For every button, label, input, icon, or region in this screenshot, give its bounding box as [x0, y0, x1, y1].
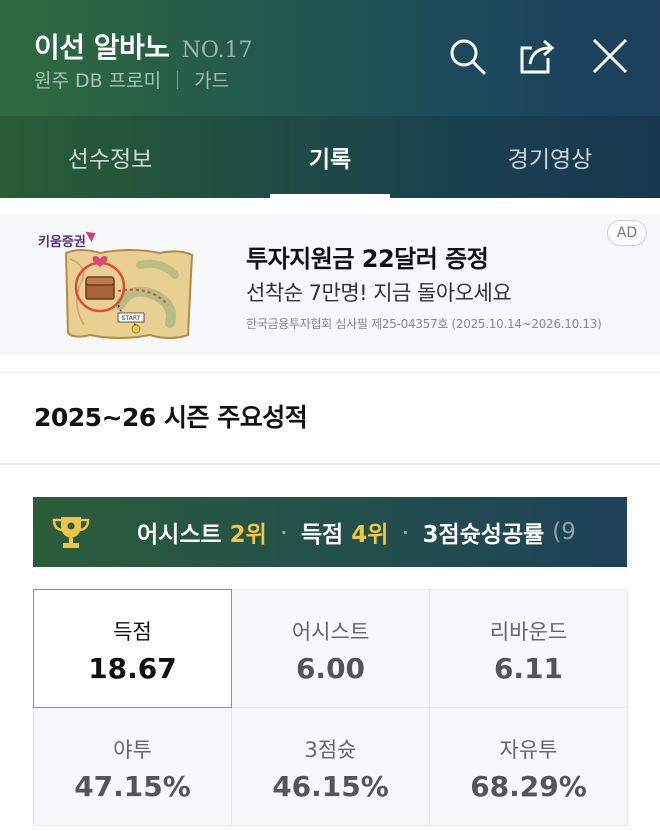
ranking-banner[interactable]: 어시스트 2위 · 득점 4위 · 3점슛성공률 (9 — [33, 497, 627, 567]
season-title: 2025~26 시즌 주요성적 — [34, 403, 308, 432]
search-icon[interactable] — [447, 36, 487, 76]
stat-cell-three-point[interactable]: 3점슛 46.15% — [232, 708, 430, 826]
ranking-separator: · — [402, 522, 409, 542]
ranking-value: 2위 — [229, 522, 267, 548]
stat-label: 리바운드 — [489, 620, 568, 644]
map-start-label: START — [122, 315, 141, 322]
stat-cell-free-throw[interactable]: 자유투 68.29% — [430, 708, 628, 826]
stat-value: 6.00 — [295, 652, 366, 685]
stats-grid: 득점 18.67 어시스트 6.00 리바운드 6.11 야투 47.15% 3… — [33, 589, 628, 826]
stat-label: 야투 — [113, 738, 152, 762]
player-header: 이선 알바노 NO.17 원주 DB 프로미 가드 선수정보 기록 경기영상 — [0, 0, 660, 198]
ranking-value: 4위 — [351, 522, 389, 548]
stat-value: 68.29% — [470, 770, 587, 803]
stat-label: 3점슛 — [304, 738, 357, 762]
stat-cell-field-goal[interactable]: 야투 47.15% — [34, 708, 232, 826]
stat-label: 어시스트 — [291, 620, 370, 644]
section-divider — [0, 463, 660, 465]
stat-value: 47.15% — [74, 770, 191, 803]
ad-badge[interactable]: AD — [607, 220, 647, 246]
tab-player-info[interactable]: 선수정보 — [0, 116, 220, 198]
ranking-value: (9 — [552, 519, 576, 545]
close-icon[interactable] — [590, 36, 630, 76]
ad-disclaimer: 한국금융투자협회 심사필 제25-04357호 (2025.10.14~2026… — [246, 317, 602, 331]
stat-cell-rebounds[interactable]: 리바운드 6.11 — [430, 590, 628, 708]
ad-description: 선착순 7만명! 지금 돌아오세요 — [246, 281, 512, 305]
subinfo-divider — [177, 70, 179, 89]
player-subinfo: 원주 DB 프로미 가드 — [34, 66, 229, 93]
tab-game-videos[interactable]: 경기영상 — [440, 116, 660, 198]
share-icon[interactable] — [518, 36, 558, 76]
ranking-fade — [587, 497, 627, 567]
stat-cell-points[interactable]: 득점 18.67 — [33, 589, 232, 708]
player-number: NO.17 — [181, 38, 253, 63]
stat-label: 자유투 — [499, 738, 558, 762]
trophy-icon — [52, 517, 90, 548]
tab-bar: 선수정보 기록 경기영상 — [0, 116, 660, 198]
ranking-label: 3점슛성공률 — [422, 522, 545, 548]
ranking-separator: · — [280, 522, 287, 542]
team-name[interactable]: 원주 DB 프로미 — [34, 66, 161, 93]
stat-value: 18.67 — [88, 652, 177, 685]
section-divider — [0, 372, 660, 373]
stat-label: 득점 — [113, 620, 152, 644]
player-name: 이선 알바노 — [34, 31, 170, 64]
stat-cell-assists[interactable]: 어시스트 6.00 — [232, 590, 430, 708]
stat-value: 6.11 — [493, 652, 564, 685]
player-position: 가드 — [194, 70, 230, 92]
ranking-label: 득점 — [300, 522, 344, 548]
ranking-label: 어시스트 — [137, 522, 222, 548]
title-row: 이선 알바노 NO.17 — [34, 26, 253, 66]
ad-title[interactable]: 투자지원금 22달러 증정 — [246, 239, 489, 274]
stat-value: 46.15% — [272, 770, 389, 803]
ad-banner[interactable]: 키움증권 START 투자지원금 22달러 증정 선착순 7만명! 지금 돌아오… — [0, 215, 660, 355]
tab-records[interactable]: 기록 — [220, 116, 440, 198]
treasure-map-image: START — [64, 249, 194, 339]
ranking-list: 어시스트 2위 · 득점 4위 · 3점슛성공률 (9 — [137, 497, 576, 567]
